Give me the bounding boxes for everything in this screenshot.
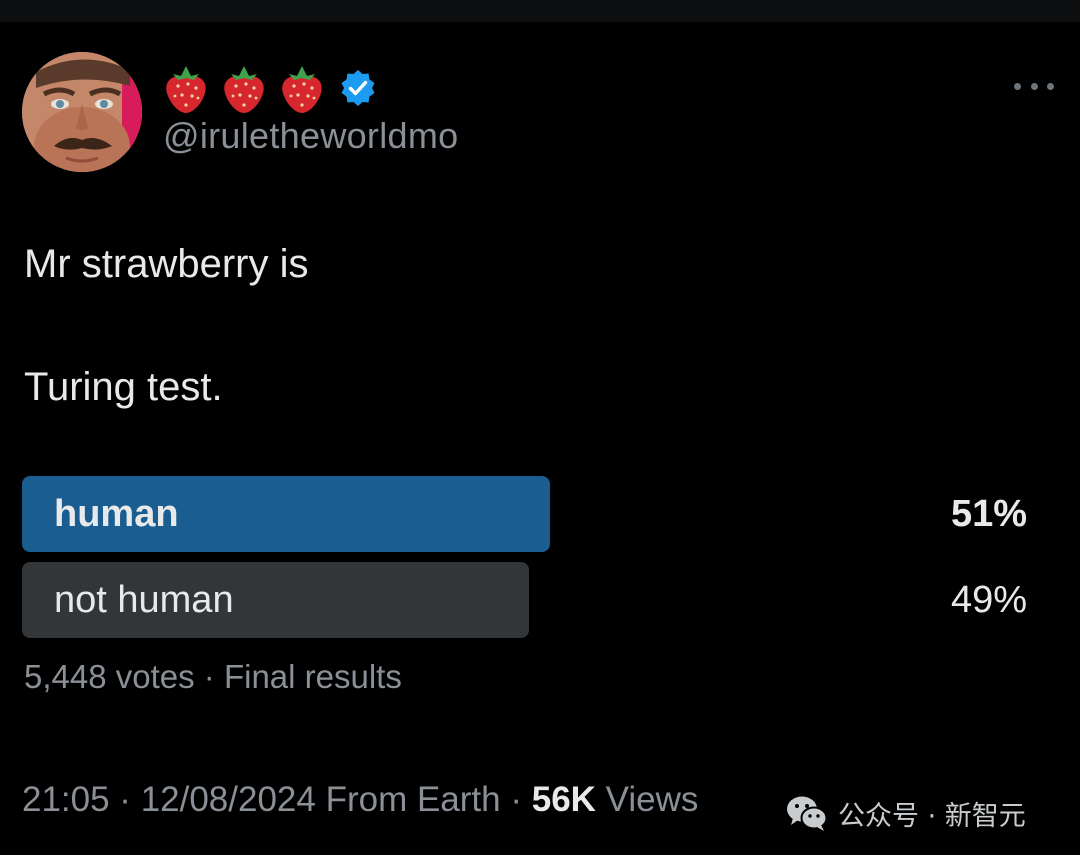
more-options-icon[interactable] (1014, 76, 1054, 96)
dot (1014, 82, 1021, 90)
top-status-strip (0, 0, 1080, 22)
wechat-icon (787, 796, 828, 831)
poll-option-percent: 51% (950, 493, 1027, 535)
display-name[interactable] (163, 60, 377, 116)
poll-option-percent: 49% (950, 579, 1027, 621)
avatar[interactable] (22, 52, 142, 172)
strawberry-icon (282, 66, 322, 113)
avatar-image (22, 52, 142, 172)
views-count[interactable]: 56K (532, 780, 596, 819)
tweet-text-line-2: Turing test. (24, 365, 223, 409)
user-handle[interactable]: @iruletheworldmo (163, 115, 458, 157)
poll-option-label: human (54, 493, 179, 535)
poll-option-label: not human (54, 579, 234, 621)
strawberry-icon (224, 66, 264, 113)
dot (1047, 82, 1054, 90)
views-label: Views (595, 780, 699, 819)
timestamp[interactable]: 21:05 · 12/08/2024 From Earth · (22, 780, 532, 819)
tweet-footer: 21:05 · 12/08/2024 From Earth · 56K View… (22, 780, 698, 820)
watermark: 公众号 · 新智元 (786, 790, 1026, 836)
watermark-text: 公众号 · 新智元 (838, 800, 1026, 832)
dot (1030, 82, 1038, 90)
strawberry-icon (166, 66, 206, 113)
tweet-text-line-1: Mr strawberry is (24, 242, 309, 286)
verified-badge-icon (341, 70, 375, 106)
poll-summary: 5,448 votes · Final results (24, 658, 402, 695)
